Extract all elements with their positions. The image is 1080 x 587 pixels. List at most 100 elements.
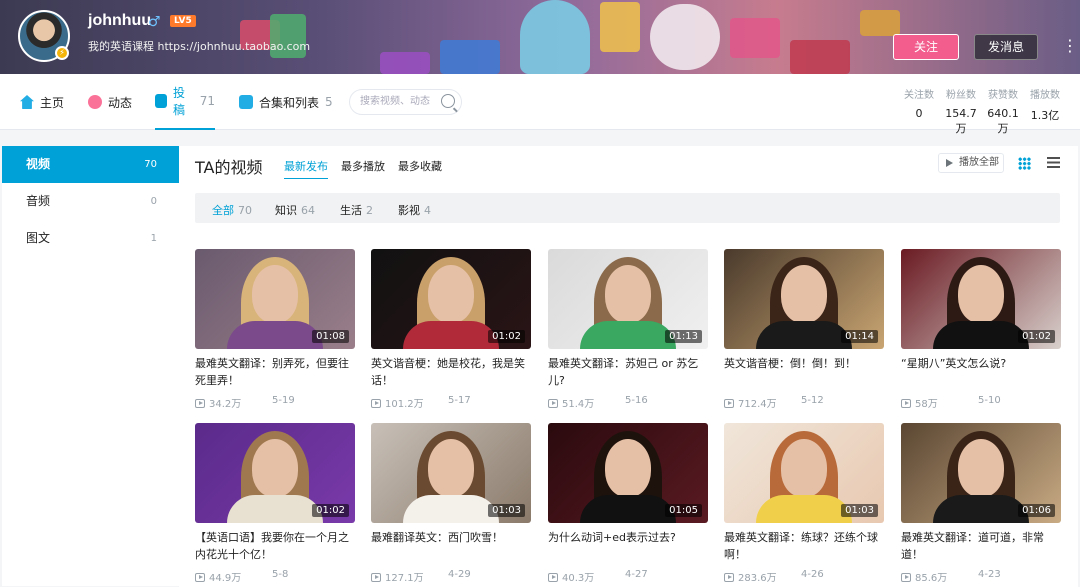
video-meta: 44.9万 5-8 <box>195 569 355 584</box>
tab-playlists-label: 合集和列表 <box>259 95 320 110</box>
sort-latest[interactable]: 最新发布 <box>284 158 328 179</box>
filter-count: 2 <box>366 204 373 217</box>
video-duration: 01:03 <box>488 504 525 517</box>
video-thumbnail[interactable]: 01:13 <box>548 249 708 349</box>
video-title[interactable]: 最难英文翻译：道可道，非常道！ <box>901 529 1061 563</box>
video-duration: 01:02 <box>312 504 349 517</box>
video-duration: 01:02 <box>1018 330 1055 343</box>
filter-film[interactable]: 影视 4 <box>398 202 431 218</box>
sort-most-played[interactable]: 最多播放 <box>341 158 385 174</box>
playlist-icon <box>239 95 253 109</box>
video-title[interactable]: 最难英文翻译：苏妲己 or 苏乞儿? <box>548 355 708 389</box>
sort-most-favorited[interactable]: 最多收藏 <box>398 158 442 174</box>
username: johnhuu <box>88 12 152 29</box>
video-title[interactable]: 【英语口语】我要你在一个月之内花光十个亿！ <box>195 529 355 563</box>
video-card[interactable]: 01:08 最难英文翻译：别弄死，但要往死里弄！ 34.2万 5-19 <box>195 249 355 410</box>
play-count-icon <box>195 573 205 582</box>
video-thumbnail[interactable]: 01:02 <box>901 249 1061 349</box>
gift-decoration <box>440 40 500 74</box>
gender-male-icon: ♂ <box>148 14 161 30</box>
sidebar-item-count: 0 <box>150 196 157 207</box>
video-thumbnail[interactable]: 01:06 <box>901 423 1061 523</box>
filter-knowledge[interactable]: 知识 64 <box>275 202 315 218</box>
tab-uploads-count: 71 <box>199 94 215 108</box>
view-count: 85.6万 <box>915 573 948 584</box>
video-thumbnail[interactable]: 01:03 <box>371 423 531 523</box>
filter-label: 全部 <box>212 204 234 217</box>
filter-all[interactable]: 全部 70 <box>212 202 252 218</box>
bunny-decoration <box>650 4 720 70</box>
video-card[interactable]: 01:03 最难翻译英文：西门吹雪！ 127.1万 4-29 <box>371 423 531 584</box>
thumbnail-figure <box>756 495 852 523</box>
video-thumbnail[interactable]: 01:03 <box>724 423 884 523</box>
video-duration: 01:14 <box>841 330 878 343</box>
view-count: 58万 <box>915 399 938 410</box>
sidebar-item-article[interactable]: 图文 1 <box>2 220 179 257</box>
thumbnail-figure <box>605 439 651 497</box>
video-title[interactable]: 最难英文翻译：别弄死，但要往死里弄！ <box>195 355 355 389</box>
video-card[interactable]: 01:02 “星期八”英文怎么说? 58万 5-10 <box>901 249 1061 410</box>
upload-date: 5-17 <box>448 395 471 406</box>
view-count: 44.9万 <box>209 573 242 584</box>
sidebar-item-label: 音频 <box>26 194 51 208</box>
sidebar-item-label: 图文 <box>26 231 51 245</box>
stat-following[interactable]: 关注数 0 <box>902 86 936 120</box>
filter-life[interactable]: 生活 2 <box>340 202 373 218</box>
gift-decoration <box>730 18 780 58</box>
view-count: 127.1万 <box>385 573 424 584</box>
thumbnail-figure <box>403 321 499 349</box>
thumbnail-figure <box>958 265 1004 323</box>
video-card[interactable]: 01:02 【英语口语】我要你在一个月之内花光十个亿！ 44.9万 5-8 <box>195 423 355 584</box>
follow-button[interactable]: 关注 <box>893 34 959 60</box>
upload-date: 5-19 <box>272 395 295 406</box>
video-card[interactable]: 01:02 英文谐音梗：她是校花，我是笑话！ 101.2万 5-17 <box>371 249 531 410</box>
video-thumbnail[interactable]: 01:02 <box>371 249 531 349</box>
send-message-button[interactable]: 发消息 <box>974 34 1038 60</box>
grid-view-icon[interactable] <box>1018 157 1031 170</box>
tab-home[interactable]: 主页 <box>20 74 64 130</box>
play-all-button[interactable]: 播放全部 <box>938 153 1004 173</box>
video-title[interactable]: 最难翻译英文：西门吹雪！ <box>371 529 531 563</box>
video-title[interactable]: “星期八”英文怎么说? <box>901 355 1061 389</box>
video-title[interactable]: 英文谐音梗：她是校花，我是笑话！ <box>371 355 531 389</box>
video-title[interactable]: 为什么动词+ed表示过去? <box>548 529 708 563</box>
thumbnail-figure <box>958 439 1004 497</box>
video-meta: 283.6万 4-26 <box>724 569 884 584</box>
tab-uploads-label: 投稿 <box>173 86 186 117</box>
tab-uploads[interactable]: 投稿 71 <box>155 74 215 130</box>
thumbnail-figure <box>403 495 499 523</box>
video-thumbnail[interactable]: 01:05 <box>548 423 708 523</box>
thumbnail-figure <box>580 495 676 523</box>
gift-decoration <box>380 52 430 74</box>
sidebar-item-audio[interactable]: 音频 0 <box>2 183 179 220</box>
video-title[interactable]: 最难英文翻译：练球？还练个球啊！ <box>724 529 884 563</box>
video-meta: 85.6万 4-23 <box>901 569 1061 584</box>
search-input[interactable]: 搜索视频、动态 <box>349 89 462 115</box>
stat-label: 粉丝数 <box>946 90 976 101</box>
video-thumbnail[interactable]: 01:08 <box>195 249 355 349</box>
thumbnail-figure <box>428 439 474 497</box>
tab-playlists[interactable]: 合集和列表 5 <box>239 74 333 130</box>
video-card[interactable]: 01:03 最难英文翻译：练球？还练个球啊！ 283.6万 4-26 <box>724 423 884 584</box>
filter-count: 4 <box>424 204 431 217</box>
video-duration: 01:13 <box>665 330 702 343</box>
list-view-icon[interactable] <box>1047 157 1060 170</box>
sidebar-item-video[interactable]: 视频 70 <box>2 146 179 183</box>
search-icon[interactable] <box>441 94 455 108</box>
level-badge: LV5 <box>170 15 196 27</box>
thumbnail-figure <box>428 265 474 323</box>
video-title[interactable]: 英文谐音梗：倒！倒！到！ <box>724 355 884 389</box>
tab-activity-label: 动态 <box>108 95 133 110</box>
video-card[interactable]: 01:06 最难英文翻译：道可道，非常道！ 85.6万 4-23 <box>901 423 1061 584</box>
video-card[interactable]: 01:05 为什么动词+ed表示过去? 40.3万 4-27 <box>548 423 708 584</box>
video-thumbnail[interactable]: 01:14 <box>724 249 884 349</box>
filter-label: 影视 <box>398 204 420 217</box>
video-card[interactable]: 01:13 最难英文翻译：苏妲己 or 苏乞儿? 51.4万 5-16 <box>548 249 708 410</box>
more-options-icon[interactable]: ⋮ <box>1062 36 1078 56</box>
thumbnail-figure <box>781 439 827 497</box>
video-thumbnail[interactable]: 01:02 <box>195 423 355 523</box>
tab-activity[interactable]: 动态 <box>88 74 132 130</box>
stat-followers[interactable]: 粉丝数 154.7万 <box>941 86 981 136</box>
video-card[interactable]: 01:14 英文谐音梗：倒！倒！到！ 712.4万 5-12 <box>724 249 884 410</box>
filter-count: 64 <box>301 204 315 217</box>
